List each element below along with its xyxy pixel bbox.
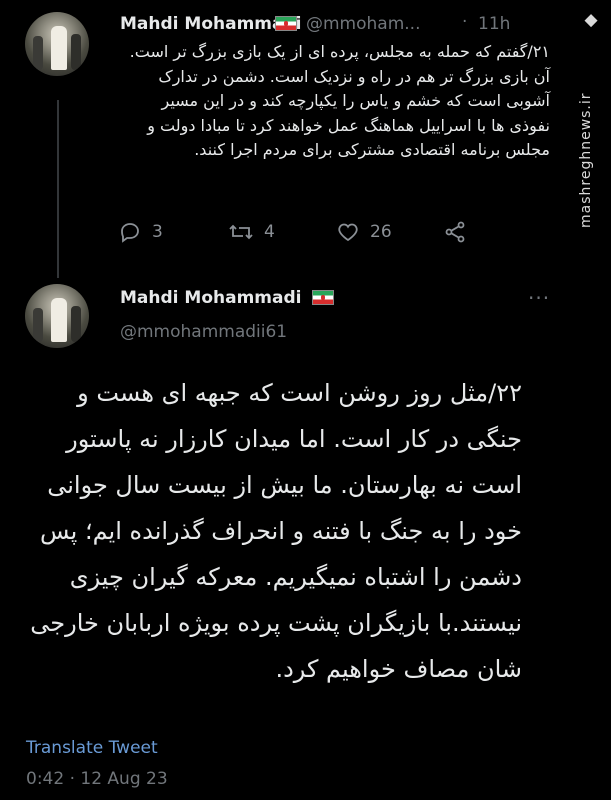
translate-tweet-link[interactable]: Translate Tweet <box>26 738 158 758</box>
watermark-logo: ◆ <box>584 10 598 30</box>
avatar[interactable] <box>25 12 89 76</box>
retweet-icon <box>229 224 253 240</box>
author-handle[interactable]: @mmohammadii61 <box>120 322 287 342</box>
like-count: 26 <box>370 222 392 242</box>
more-icon[interactable]: ··· <box>528 286 550 310</box>
share-button[interactable] <box>443 220 477 244</box>
watermark-url: mashreghnews.ir <box>578 92 594 228</box>
thread-line <box>57 100 59 278</box>
avatar-figure <box>51 298 67 342</box>
retweet-button[interactable]: 4 <box>228 220 275 244</box>
avatar-figure <box>33 308 43 342</box>
heart-icon <box>338 223 358 242</box>
reply-button[interactable]: 3 <box>118 220 163 244</box>
tweet-time[interactable]: 11h <box>478 14 510 34</box>
reply-count: 3 <box>152 222 163 242</box>
like-button[interactable]: 26 <box>336 220 392 244</box>
iran-flag-icon <box>275 16 297 31</box>
reply-icon <box>121 223 139 243</box>
watermark: ◆ mashreghnews.ir <box>576 10 606 270</box>
avatar-figure <box>71 306 81 342</box>
separator-dot: · <box>462 12 468 32</box>
tweet-text: ۲۲/مثل روز روشن است که جبهه ای هست و جنگ… <box>30 379 522 683</box>
retweet-count: 4 <box>264 222 275 242</box>
iran-flag-icon <box>312 290 334 305</box>
avatar-figure <box>51 26 67 70</box>
share-icon <box>445 221 465 243</box>
avatar-figure <box>33 36 43 70</box>
author-handle[interactable]: @mmoham... <box>306 14 420 34</box>
tweet-timestamp[interactable]: 0:42 · 12 Aug 23 <box>26 769 168 789</box>
author-name[interactable]: Mahdi Mohammadi <box>120 288 301 308</box>
tweet-text: ۲۱/گفتم که حمله به مجلس، پرده ای از یک ب… <box>129 42 550 159</box>
avatar-figure <box>71 34 81 70</box>
avatar[interactable] <box>25 284 89 348</box>
